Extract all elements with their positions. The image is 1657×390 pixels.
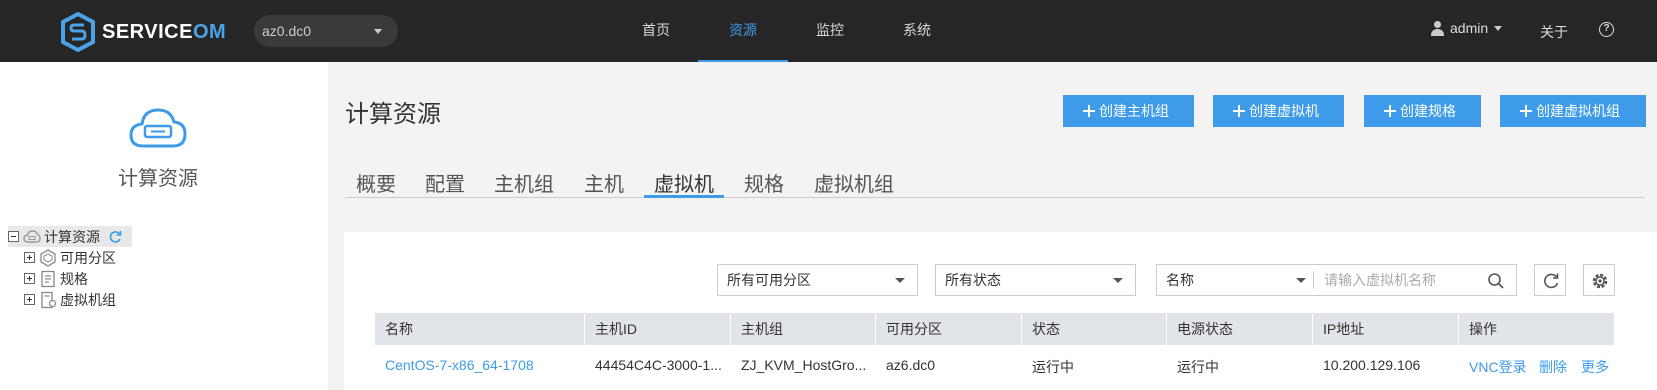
create-vm-group-label: 创建虚拟机组 [1536, 103, 1620, 119]
refresh-button[interactable] [1534, 264, 1566, 296]
tree-label-root: 计算资源 [44, 228, 100, 245]
logo-text: SERVICEOM [102, 21, 226, 44]
search-field-value[interactable]: 名称 [1166, 272, 1194, 288]
plus-icon [1083, 105, 1095, 117]
col-ip[interactable]: IP地址 [1313, 313, 1459, 345]
col-zone[interactable]: 可用分区 [876, 313, 1022, 345]
status-filter-value: 所有状态 [945, 272, 1001, 288]
zone-selector-value: az0.dc0 [262, 23, 312, 39]
cell-ip: 10.200.129.106 [1323, 357, 1421, 373]
nav-home[interactable]: 首页 [611, 0, 701, 62]
create-vm-button[interactable]: 创建虚拟机 [1213, 95, 1344, 127]
tree-label-zones: 可用分区 [60, 249, 116, 266]
logo-text-om: OM [192, 20, 227, 43]
cloud-icon [129, 108, 187, 148]
nav-resources[interactable]: 资源 [698, 0, 788, 62]
create-vm-group-button[interactable]: 创建虚拟机组 [1500, 95, 1646, 127]
left-panel-title: 计算资源 [118, 168, 198, 190]
tab-hosts[interactable]: 主机 [582, 168, 626, 198]
col-host-id[interactable]: 主机ID [585, 313, 731, 345]
cell-status: 运行中 [1032, 359, 1074, 375]
more-link[interactable]: 更多 [1571, 357, 1609, 377]
cell-host-group: ZJ_KVM_HostGro... [741, 357, 867, 373]
plus-icon [1520, 105, 1532, 117]
resource-tree: 计算资源 可用分区 规格 虚拟机组 [8, 226, 132, 310]
settings-button[interactable] [1583, 264, 1615, 296]
create-host-group-button[interactable]: 创建主机组 [1063, 95, 1194, 127]
collapse-icon[interactable] [8, 231, 19, 242]
username: admin [1450, 20, 1489, 36]
hexagon-icon [40, 248, 56, 267]
tab-overview[interactable]: 概要 [354, 168, 398, 198]
vnc-login-link[interactable]: VNC登录 [1459, 357, 1527, 377]
create-flavor-button[interactable]: 创建规格 [1364, 95, 1481, 127]
chevron-down-icon [895, 278, 905, 283]
create-flavor-label: 创建规格 [1400, 103, 1456, 119]
user-icon [1431, 20, 1444, 36]
vm-name-link[interactable]: CentOS-7-x86_64-1708 [375, 357, 534, 373]
chevron-down-icon [1494, 25, 1503, 31]
top-navigation-bar: SERVICEOM az0.dc0 首页 资源 监控 系统 admin 关于 ? [0, 0, 1657, 62]
col-name[interactable]: 名称 [375, 313, 585, 345]
create-host-group-label: 创建主机组 [1099, 103, 1169, 119]
delete-link[interactable]: 删除 [1529, 357, 1567, 377]
search-icon[interactable] [1487, 272, 1505, 290]
help-icon[interactable]: ? [1599, 22, 1614, 37]
tab-flavors[interactable]: 规格 [742, 168, 786, 198]
gear-icon [1592, 273, 1608, 289]
tab-host-groups[interactable]: 主机组 [492, 168, 556, 198]
server-group-icon [41, 291, 57, 308]
serviceom-logo[interactable]: SERVICEOM [60, 12, 226, 52]
zone-selector[interactable]: az0.dc0 [254, 15, 398, 47]
expand-icon[interactable] [24, 273, 35, 284]
refresh-icon[interactable] [108, 230, 122, 244]
plus-icon [1233, 105, 1245, 117]
table-row: CentOS-7-x86_64-1708 44454C4C-3000-1... … [375, 345, 1614, 390]
tab-vm-groups[interactable]: 虚拟机组 [812, 168, 896, 198]
tree-node-availability-zones[interactable]: 可用分区 [8, 247, 132, 268]
col-actions: 操作 [1469, 321, 1497, 337]
expand-icon[interactable] [24, 252, 35, 263]
col-power-status[interactable]: 电源状态 [1167, 313, 1313, 345]
logo-mark-icon [61, 12, 95, 52]
col-status[interactable]: 状态 [1022, 313, 1167, 345]
tree-node-compute-resources[interactable]: 计算资源 [8, 226, 132, 247]
col-host-group[interactable]: 主机组 [731, 313, 876, 345]
refresh-icon [1544, 273, 1559, 289]
cloud-icon [23, 229, 41, 243]
expand-icon[interactable] [24, 294, 35, 305]
status-filter-select[interactable]: 所有状态 [935, 264, 1136, 296]
plus-icon [1384, 105, 1396, 117]
chevron-down-icon[interactable] [1296, 278, 1306, 283]
cell-host-id: 44454C4C-3000-1... [595, 357, 722, 373]
cell-power-status: 运行中 [1177, 359, 1219, 375]
table-header: 名称 主机ID 主机组 可用分区 状态 电源状态 IP地址 操作 [375, 313, 1614, 345]
page-title: 计算资源 [345, 101, 441, 128]
resource-tabs: 概要 配置 主机组 主机 虚拟机 规格 虚拟机组 [345, 160, 1645, 198]
tree-label-vm-groups: 虚拟机组 [60, 291, 116, 308]
about-link[interactable]: 关于 [1540, 22, 1568, 42]
create-vm-label: 创建虚拟机 [1249, 103, 1319, 119]
left-panel: 计算资源 计算资源 可用分区 规格 虚拟机组 [0, 62, 328, 390]
nav-monitor[interactable]: 监控 [785, 0, 875, 62]
document-icon [41, 270, 55, 287]
chevron-down-icon [374, 29, 382, 34]
tree-label-flavors: 规格 [60, 270, 88, 287]
nav-system[interactable]: 系统 [872, 0, 962, 62]
chevron-down-icon [1113, 278, 1123, 283]
user-menu[interactable]: admin [1431, 20, 1503, 36]
search-input[interactable]: 请输入虚拟机名称 [1314, 265, 1514, 295]
tree-node-flavors[interactable]: 规格 [8, 268, 132, 289]
cell-zone: az6.dc0 [886, 357, 936, 373]
zone-filter-select[interactable]: 所有可用分区 [717, 264, 918, 296]
tree-node-vm-groups[interactable]: 虚拟机组 [8, 289, 132, 310]
tab-vms[interactable]: 虚拟机 [644, 168, 724, 198]
logo-text-service: SERVICE [102, 20, 193, 43]
tab-config[interactable]: 配置 [423, 168, 467, 198]
zone-filter-value: 所有可用分区 [727, 272, 811, 288]
